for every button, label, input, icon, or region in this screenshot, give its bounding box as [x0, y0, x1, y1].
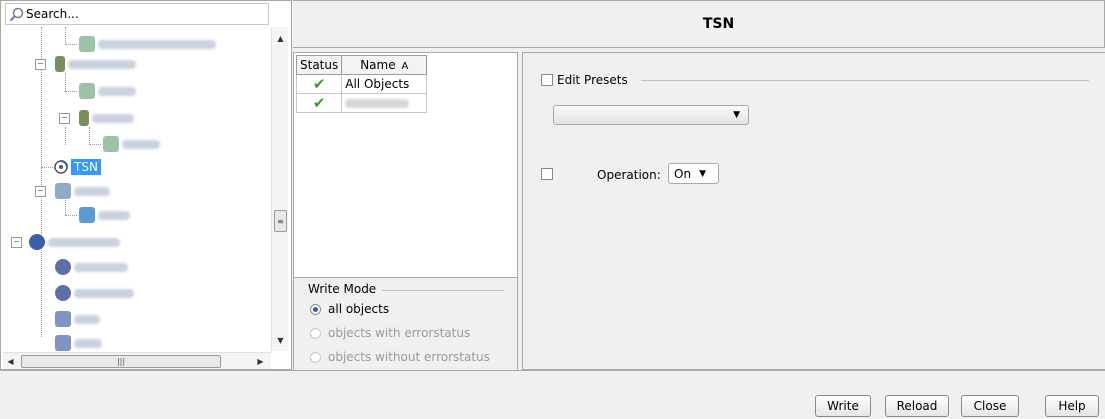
tree-node[interactable]: [55, 284, 134, 302]
preset-dropdown[interactable]: ▼: [553, 105, 749, 125]
page-header: TSN: [293, 0, 1105, 48]
operation-label: Operation:: [597, 168, 661, 182]
radio-button[interactable]: [310, 303, 321, 315]
tree-node[interactable]: [79, 109, 134, 127]
tree-node[interactable]: [29, 233, 120, 251]
radio-button[interactable]: [310, 351, 321, 363]
node-icon: [55, 335, 71, 351]
tree-node[interactable]: [55, 55, 136, 73]
tree-node[interactable]: [55, 258, 128, 276]
node-icon: [79, 83, 95, 99]
scroll-left-icon[interactable]: ◀: [3, 354, 18, 369]
page-title: TSN: [702, 16, 735, 32]
tree-node-tsn[interactable]: TSN: [53, 158, 101, 176]
node-icon: [29, 234, 45, 250]
tree-node[interactable]: [79, 35, 216, 53]
help-button[interactable]: Help: [1045, 395, 1099, 417]
tree-expander[interactable]: −: [11, 237, 22, 248]
navigation-tree-panel: Search... − − TSN − − ▲ ≡ ▼ ◀ ||| ▶: [0, 0, 292, 370]
tree-node[interactable]: [55, 310, 100, 328]
chevron-down-icon: ▼: [733, 110, 740, 120]
scroll-up-icon[interactable]: ▲: [273, 31, 288, 46]
tree-expander[interactable]: −: [59, 113, 70, 124]
node-icon: [79, 36, 95, 52]
tree-horizontal-scrollbar[interactable]: ◀ ||| ▶: [3, 352, 271, 369]
footer-bar: Write Reload Close Help: [0, 370, 1105, 419]
close-button[interactable]: Close: [961, 395, 1019, 417]
radio-button[interactable]: [310, 327, 321, 339]
search-input[interactable]: Search...: [5, 3, 269, 25]
radio-objects-with-errorstatus[interactable]: objects with errorstatus: [310, 326, 470, 340]
node-icon: [55, 56, 65, 72]
search-placeholder: Search...: [26, 7, 79, 21]
node-icon: [55, 311, 71, 327]
operation-value: On: [674, 166, 692, 181]
scroll-right-icon[interactable]: ▶: [253, 354, 268, 369]
tree-vertical-scroll-thumb[interactable]: ≡: [274, 210, 287, 232]
column-header-status[interactable]: Status: [295, 55, 343, 75]
tree-expander[interactable]: −: [35, 59, 46, 70]
node-icon: [79, 110, 89, 126]
radio-objects-without-errorstatus[interactable]: objects without errorstatus: [310, 350, 490, 364]
tree-expander[interactable]: −: [35, 186, 46, 197]
object-table-panel: Status Name A ✔ All Objects ✔: [293, 52, 518, 278]
node-icon: [55, 285, 71, 301]
search-icon: [9, 7, 24, 22]
radio-all-objects[interactable]: all objects: [310, 302, 389, 316]
edit-presets-checkbox[interactable]: Edit Presets: [541, 73, 628, 87]
tree-horizontal-scroll-thumb[interactable]: |||: [21, 355, 221, 368]
checkbox[interactable]: [541, 74, 553, 86]
object-table: Status Name A ✔ All Objects ✔: [295, 55, 428, 113]
reload-button[interactable]: Reload: [885, 395, 949, 417]
column-header-name[interactable]: Name A: [341, 55, 428, 75]
object-name-cell: All Objects: [341, 74, 428, 94]
tree-node-tsn-label: TSN: [71, 159, 101, 175]
operation-checkbox[interactable]: [541, 168, 553, 180]
node-icon: [55, 183, 71, 199]
check-icon: ✔: [295, 93, 343, 113]
table-row[interactable]: ✔ All Objects: [295, 74, 428, 94]
settings-panel: Edit Presets ▼ Operation: On ▼: [522, 52, 1105, 370]
write-mode-group: Write Mode all objects objects with erro…: [293, 278, 518, 370]
tsn-icon: [54, 160, 68, 174]
edit-presets-label: Edit Presets: [557, 73, 628, 87]
node-icon: [79, 207, 95, 223]
tree-node[interactable]: [55, 182, 110, 200]
operation-dropdown[interactable]: On ▼: [668, 163, 719, 184]
tree-vertical-scrollbar[interactable]: ▲ ≡ ▼: [271, 27, 288, 351]
node-icon: [103, 136, 119, 152]
tree-node[interactable]: [103, 135, 160, 153]
scroll-down-icon[interactable]: ▼: [273, 333, 288, 348]
node-icon: [55, 259, 71, 275]
write-mode-title: Write Mode: [308, 282, 377, 296]
chevron-down-icon: ▼: [699, 168, 706, 179]
tree-node[interactable]: [79, 206, 130, 224]
tree-node[interactable]: [55, 334, 102, 352]
object-name-cell: [341, 93, 428, 113]
sort-ascending-icon: A: [401, 61, 409, 72]
table-row[interactable]: ✔: [295, 93, 428, 113]
write-button[interactable]: Write: [815, 395, 871, 417]
tree-node[interactable]: [79, 82, 136, 100]
check-icon: ✔: [295, 74, 343, 94]
